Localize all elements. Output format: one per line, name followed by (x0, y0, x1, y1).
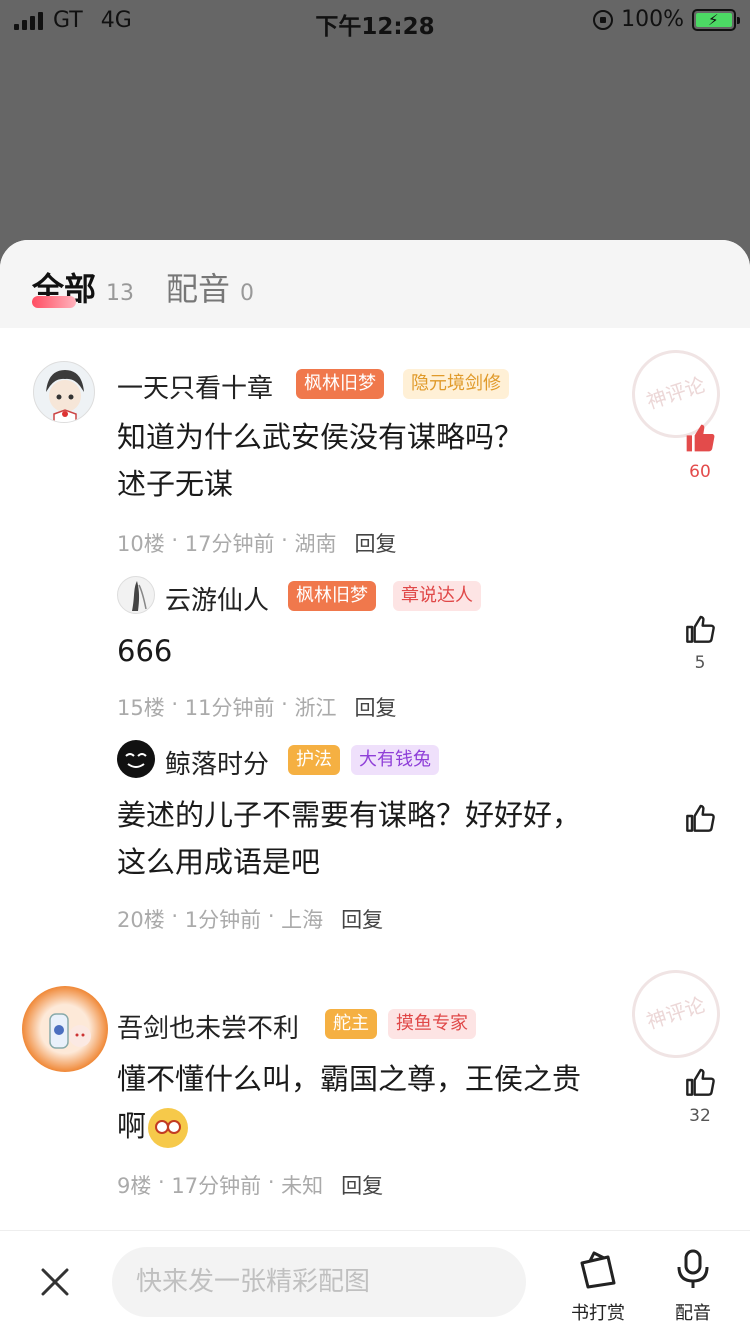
username[interactable]: 吾剑也未尝不利 (117, 1008, 299, 1045)
dubbing-button[interactable]: 配音 (658, 1249, 728, 1325)
location: 浙江 (294, 696, 337, 720)
comment-meta: 15楼 · 11分钟前 · 浙江 回复 (117, 692, 397, 722)
floor-number: 20楼 (117, 908, 165, 932)
book-reward-button[interactable]: 书打赏 (563, 1249, 633, 1325)
username[interactable]: 一天只看十章 (117, 368, 273, 405)
meta-separator: · (164, 528, 185, 552)
avatar-image (125, 753, 147, 768)
dazed-emoji-icon (148, 1108, 189, 1148)
orientation-lock-icon (593, 9, 614, 30)
meta-separator: · (164, 904, 185, 928)
level-badge: 枫林旧梦 (288, 581, 376, 611)
username[interactable]: 云游仙人 (165, 580, 269, 617)
avatar[interactable] (22, 986, 108, 1072)
like-button[interactable]: 32 (684, 1066, 716, 1126)
username[interactable]: 鲸落时分 (165, 744, 269, 781)
reply-button[interactable]: 回复 (355, 528, 397, 558)
comment-input[interactable] (112, 1247, 526, 1317)
comment-line-text: 啊 (117, 1109, 147, 1143)
location: 上海 (281, 908, 324, 932)
level-badge: 舵主 (325, 1009, 377, 1039)
status-bar: GT 4G 下午12:28 100% ⚡ (0, 0, 750, 40)
post-time: 1分钟前 (184, 908, 262, 932)
avatar-image (132, 581, 147, 611)
comment-meta: 9楼 · 17分钟前 · 未知 回复 (117, 1170, 383, 1200)
active-tab-indicator (32, 296, 76, 308)
tab-count: 0 (240, 281, 255, 306)
level-badge: 护法 (288, 745, 340, 775)
comment-line: 知道为什么武安侯没有谋略吗？ (117, 420, 524, 454)
floor-number: 10楼 (117, 532, 165, 556)
meta-separator: · (164, 692, 185, 716)
comment-line: 述子无谋 (117, 467, 234, 501)
floor-number: 9楼 (117, 1174, 152, 1198)
thumbs-up-icon (686, 804, 715, 832)
title-badge: 隐元境剑修 (403, 369, 509, 399)
comments-sheet: 全部 13 配音 0 一天只看十章 枫林旧梦 隐元境剑修 神评论 知道为什么武安… (0, 240, 750, 1334)
avatar[interactable] (117, 576, 155, 614)
hot-comment-stamp: 神评论 (620, 958, 732, 1070)
floor-number: 15楼 (117, 696, 165, 720)
dubbing-label: 配音 (675, 1303, 711, 1324)
avatar[interactable] (33, 361, 95, 423)
like-count: 32 (689, 1106, 711, 1126)
book-reward-label: 书打赏 (571, 1303, 625, 1324)
tab-label: 配音 (166, 270, 231, 308)
comment-line: 姜述的儿子不需要有谋略？好好好， (117, 798, 582, 832)
reply-button[interactable]: 回复 (341, 1170, 383, 1200)
title-badge: 摸鱼专家 (388, 1009, 476, 1039)
comment-text[interactable]: 懂不懂什么叫，霸国之尊，王侯之贵 啊 (117, 1056, 657, 1150)
meta-separator: · (274, 692, 295, 716)
tab-bar: 全部 13 配音 0 (0, 240, 750, 328)
meta-separator: · (274, 528, 295, 552)
avatar-image (46, 370, 84, 422)
battery-percent: 100% (621, 7, 684, 32)
meta-separator: · (261, 904, 282, 928)
bottom-bar: 书打赏 配音 (0, 1230, 750, 1334)
location: 未知 (281, 1174, 324, 1198)
microphone-icon (677, 1249, 709, 1288)
gift-box-icon (580, 1251, 616, 1289)
title-badge: 大有钱兔 (351, 745, 439, 775)
comment-text[interactable]: 知道为什么武安侯没有谋略吗？ 述子无谋 (117, 414, 657, 508)
title-badge: 章说达人 (393, 581, 481, 611)
post-time: 17分钟前 (171, 1174, 262, 1198)
like-button[interactable]: 5 (684, 613, 716, 673)
like-count: 5 (694, 653, 706, 673)
post-time: 17分钟前 (184, 532, 275, 556)
thumbs-up-icon (686, 615, 715, 643)
meta-separator: · (261, 1170, 282, 1194)
reply-button[interactable]: 回复 (341, 904, 383, 934)
comment-meta: 20楼 · 1分钟前 · 上海 回复 (117, 904, 383, 934)
avatar-image (49, 1013, 91, 1049)
meta-separator: · (151, 1170, 172, 1194)
comment-line: 啊 (117, 1103, 657, 1150)
comment-text[interactable]: 666 (117, 628, 657, 675)
like-button[interactable]: 60 (684, 422, 716, 482)
tab-dubbing[interactable]: 配音 0 (166, 264, 254, 310)
level-badge: 枫林旧梦 (296, 369, 384, 399)
thumbs-up-icon (686, 1068, 715, 1096)
avatar[interactable] (117, 740, 155, 778)
comment-line: 懂不懂什么叫，霸国之尊，王侯之贵 (117, 1062, 582, 1096)
location: 湖南 (294, 532, 337, 556)
close-icon[interactable] (40, 1267, 70, 1297)
like-count: 60 (689, 462, 711, 482)
reply-button[interactable]: 回复 (355, 692, 397, 722)
thumbs-up-filled-icon (686, 424, 715, 452)
battery-icon: ⚡ (692, 8, 740, 31)
comment-meta: 10楼 · 17分钟前 · 湖南 回复 (117, 528, 397, 558)
like-button[interactable] (684, 802, 716, 842)
tab-count: 13 (106, 281, 135, 306)
post-time: 11分钟前 (184, 696, 275, 720)
status-right: 100% ⚡ (593, 7, 740, 32)
comment-line: 666 (117, 634, 173, 668)
comment-line: 这么用成语是吧 (117, 845, 321, 879)
comment-text[interactable]: 姜述的儿子不需要有谋略？好好好， 这么用成语是吧 (117, 792, 657, 886)
